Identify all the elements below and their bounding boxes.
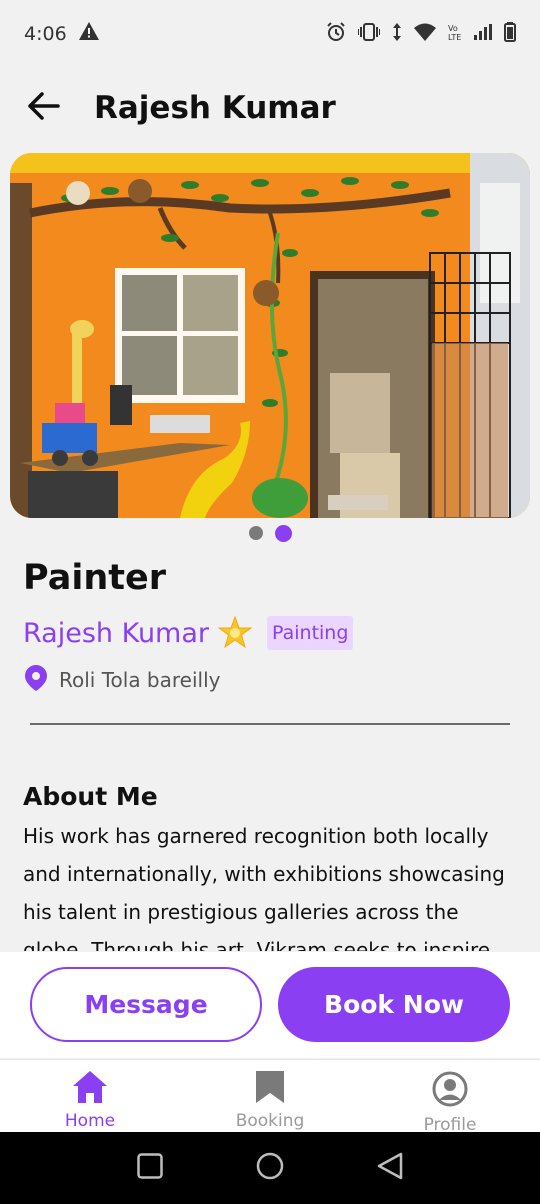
warning-icon [78,22,99,45]
back-triangle-icon [377,1152,403,1184]
carousel-dot-active[interactable] [274,525,292,542]
home-icon [73,1071,107,1107]
nav-item-profile[interactable]: Profile [360,1060,540,1135]
volte-icon: Vo LTE [448,23,462,41]
data-arrows-icon [392,23,402,41]
provider-name-row: Rajesh Kumar Painting [23,615,354,651]
book-now-button[interactable]: Book Now [278,967,510,1042]
signal-icon [474,24,492,40]
nav-item-home[interactable]: Home [0,1060,180,1132]
svg-text:LTE: LTE [448,33,461,41]
carousel-indicator [0,525,540,542]
back-system-button[interactable] [370,1148,410,1188]
status-right: Vo LTE [326,22,516,42]
page-title: Rajesh Kumar [94,90,336,126]
carousel-image [10,153,530,518]
category-tag: Painting [267,616,354,650]
screen: 4:06 Vo LTE Rajesh Kumar Painter Rajesh … [0,0,540,1204]
svg-text:Vo: Vo [448,24,458,33]
back-button[interactable] [16,80,72,136]
recents-button[interactable] [130,1148,170,1188]
home-system-button[interactable] [250,1148,290,1188]
status-bar: 4:06 Vo LTE [0,0,540,72]
status-time: 4:06 [24,22,67,45]
nav-item-booking[interactable]: Booking [180,1060,360,1132]
bottom-nav: Home Booking Profile [0,1059,540,1135]
location-text: Roli Tola bareilly [59,668,221,692]
wifi-icon [414,23,436,41]
nav-label-booking: Booking [235,1111,305,1131]
nav-label-home: Home [64,1111,116,1131]
image-carousel[interactable] [10,153,530,518]
about-text: His work has garnered recognition both l… [23,824,505,951]
about-heading: About Me [23,782,158,811]
divider [30,723,510,725]
vibrate-icon [358,23,380,41]
profession-title: Painter [23,558,166,598]
star-icon [217,615,253,651]
battery-icon [504,22,516,42]
alarm-icon [326,22,346,42]
profile-icon [432,1071,468,1111]
back-arrow-icon [28,92,60,124]
location-pin-icon [25,665,47,695]
recents-icon [137,1153,163,1183]
message-button[interactable]: Message [30,967,262,1042]
home-circle-icon [256,1152,284,1184]
app-header: Rajesh Kumar [0,80,540,136]
provider-name: Rajesh Kumar [23,617,210,649]
bookmark-icon [256,1071,284,1107]
system-nav-bar [0,1132,540,1204]
status-left: 4:06 [24,22,99,45]
location-row: Roli Tola bareilly [25,665,220,695]
carousel-dot[interactable] [248,526,263,540]
action-bar: Message Book Now [0,952,540,1058]
